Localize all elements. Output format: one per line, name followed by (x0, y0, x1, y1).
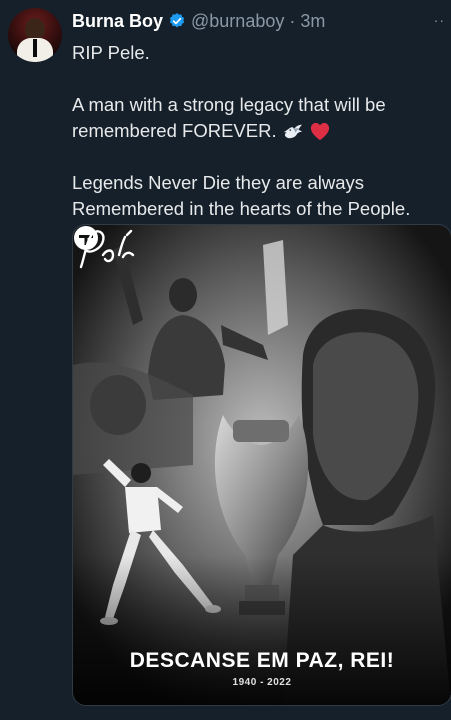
avatar-tie (33, 39, 37, 57)
pele-signature (79, 229, 135, 269)
separator-dot: · (289, 10, 296, 31)
author-handle[interactable]: @burnaboy (191, 11, 284, 32)
more-options-icon[interactable]: ·· (434, 12, 445, 28)
avatar[interactable] (8, 8, 62, 62)
tweet-header: Burna Boy @burnaboy · 3m (72, 10, 325, 32)
avatar-head (25, 18, 45, 40)
verified-badge-icon (169, 13, 185, 28)
poster-years: 1940 - 2022 (232, 677, 292, 688)
tweet-line-with-emoji: remembered FOREVER. (72, 118, 447, 144)
tweet-line: A man with a strong legacy that will be (72, 94, 386, 115)
red-heart-emoji-icon (310, 122, 329, 141)
tweet-line: RIP Pele. (72, 42, 150, 63)
tweet-line: remembered FOREVER. (72, 120, 277, 141)
tweet-timestamp[interactable]: 3m (300, 11, 325, 32)
tweet-media-image[interactable]: DESCANSE EM PAZ, REI! 1940 - 2022 (72, 224, 451, 706)
dove-emoji-icon (283, 124, 302, 139)
tweet-text: RIP Pele. A man with a strong legacy tha… (72, 40, 447, 222)
poster-headline: DESCANSE EM PAZ, REI! (129, 649, 395, 672)
tweet-line: Remembered in the hearts of the People. (72, 198, 411, 219)
tweet-line: Legends Never Die they are always (72, 172, 365, 193)
poster-artwork (73, 225, 451, 705)
author-name[interactable]: Burna Boy (72, 11, 163, 32)
tweet[interactable]: Burna Boy @burnaboy · 3m ·· RIP Pele. A … (0, 0, 451, 720)
